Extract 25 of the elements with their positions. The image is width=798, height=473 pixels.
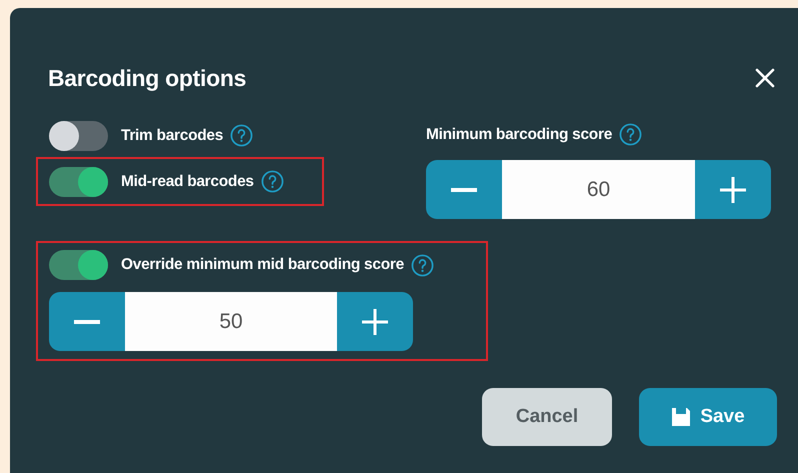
- field-label: Minimum barcoding score: [426, 126, 612, 144]
- increment-button[interactable]: [695, 160, 771, 219]
- toggle-label: Override minimum mid barcoding score: [121, 256, 404, 274]
- toggle-switch[interactable]: [49, 120, 108, 150]
- number-field[interactable]: 50: [125, 292, 337, 351]
- help-icon[interactable]: [619, 123, 642, 146]
- help-icon[interactable]: [410, 254, 434, 276]
- decrement-button[interactable]: [426, 160, 502, 219]
- save-button[interactable]: Save: [639, 388, 777, 446]
- minus-icon: [451, 188, 477, 192]
- help-icon[interactable]: [230, 124, 254, 147]
- decrement-button[interactable]: [49, 292, 125, 351]
- help-icon[interactable]: [260, 170, 284, 193]
- number-field[interactable]: 60: [502, 160, 695, 219]
- toggle-switch[interactable]: [49, 250, 108, 280]
- toggle-label: Mid-read barcodes: [121, 172, 254, 190]
- increment-button[interactable]: [337, 292, 413, 351]
- minus-icon: [74, 320, 100, 324]
- toggle-switch[interactable]: [49, 166, 108, 196]
- cancel-button[interactable]: Cancel: [482, 388, 612, 446]
- toggle-label: Trim barcodes: [121, 126, 224, 144]
- plus-icon: [719, 176, 747, 204]
- close-icon[interactable]: [755, 68, 775, 88]
- plus-icon: [361, 308, 389, 336]
- dialog-title: Barcoding options: [48, 64, 246, 92]
